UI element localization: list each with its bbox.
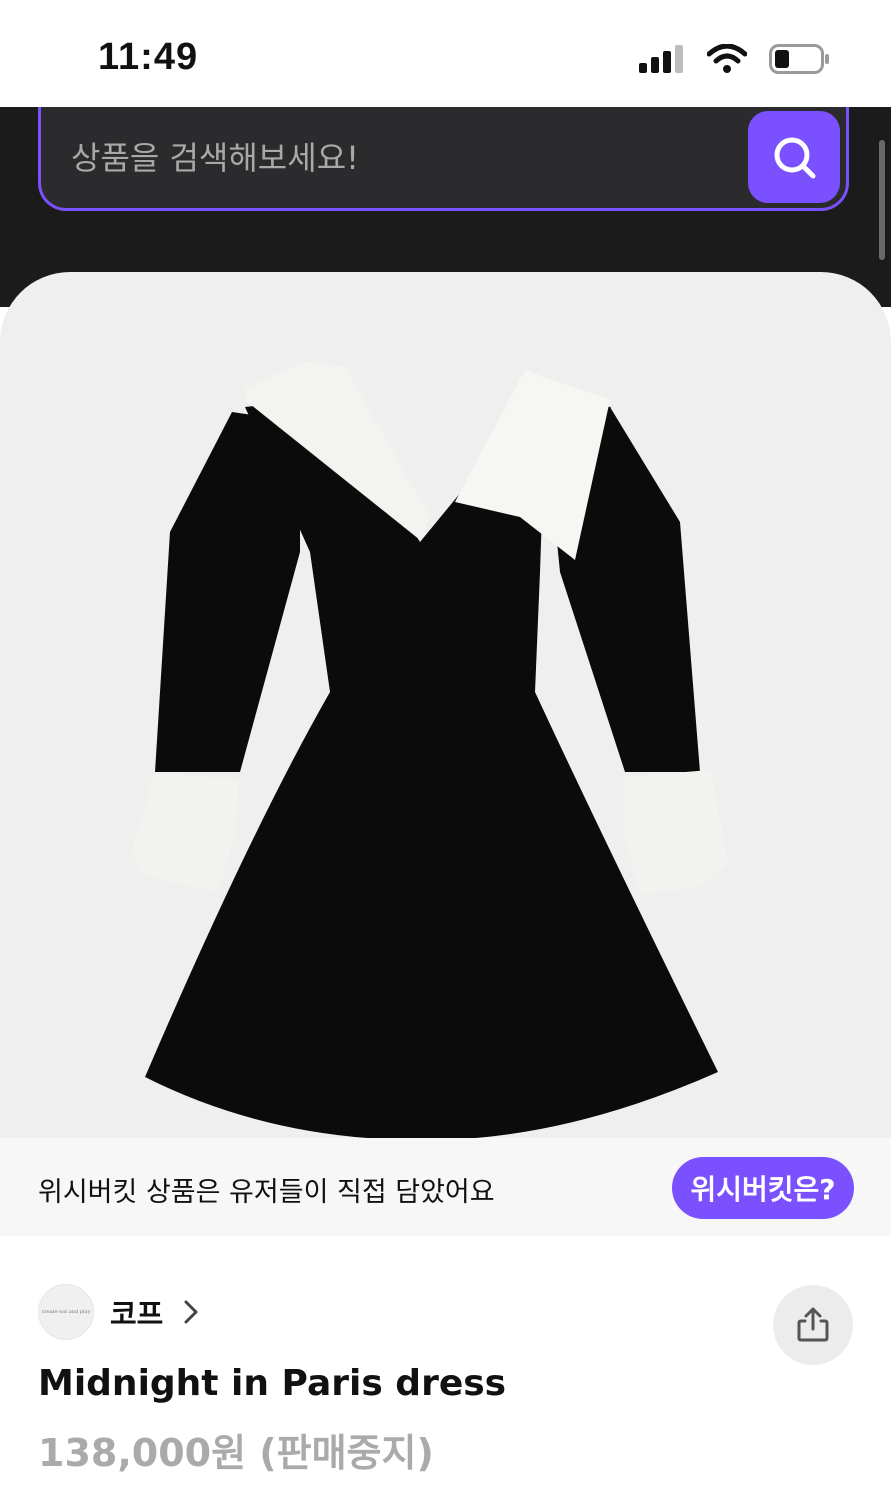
shop-avatar: create eat and play — [38, 1284, 94, 1340]
search-box[interactable] — [38, 107, 849, 211]
share-button[interactable] — [773, 1285, 853, 1365]
search-button[interactable] — [748, 111, 840, 203]
battery-icon — [769, 44, 829, 74]
search-icon — [774, 137, 816, 179]
status-icons — [639, 44, 831, 74]
search-input[interactable] — [69, 131, 723, 185]
signal-icon — [639, 45, 683, 73]
product-image-card[interactable] — [0, 272, 891, 1138]
product-price: 138,000원 (판매중지) — [38, 1431, 434, 1475]
what-is-wishbucket-button[interactable]: 위시버킷은? — [672, 1157, 854, 1219]
scrollbar[interactable] — [879, 140, 885, 260]
shop-name: 코프 — [110, 1297, 164, 1331]
share-icon — [797, 1307, 829, 1342]
info-banner: 위시버킷 상품은 유저들이 직접 담았어요 위시버킷은? — [0, 1138, 891, 1236]
product-image — [132, 362, 728, 1138]
status-bar: 11:49 — [0, 0, 891, 107]
product-title: Midnight in Paris dress — [38, 1363, 507, 1404]
status-time: 11:49 — [98, 36, 199, 78]
shop-avatar-text: create eat and play — [41, 1309, 91, 1315]
shop-link[interactable]: create eat and play 코프 — [38, 1284, 199, 1340]
banner-text: 위시버킷 상품은 유저들이 직접 담았어요 — [38, 1177, 495, 1208]
wifi-icon — [707, 44, 747, 73]
chevron-right-icon — [184, 1300, 198, 1324]
